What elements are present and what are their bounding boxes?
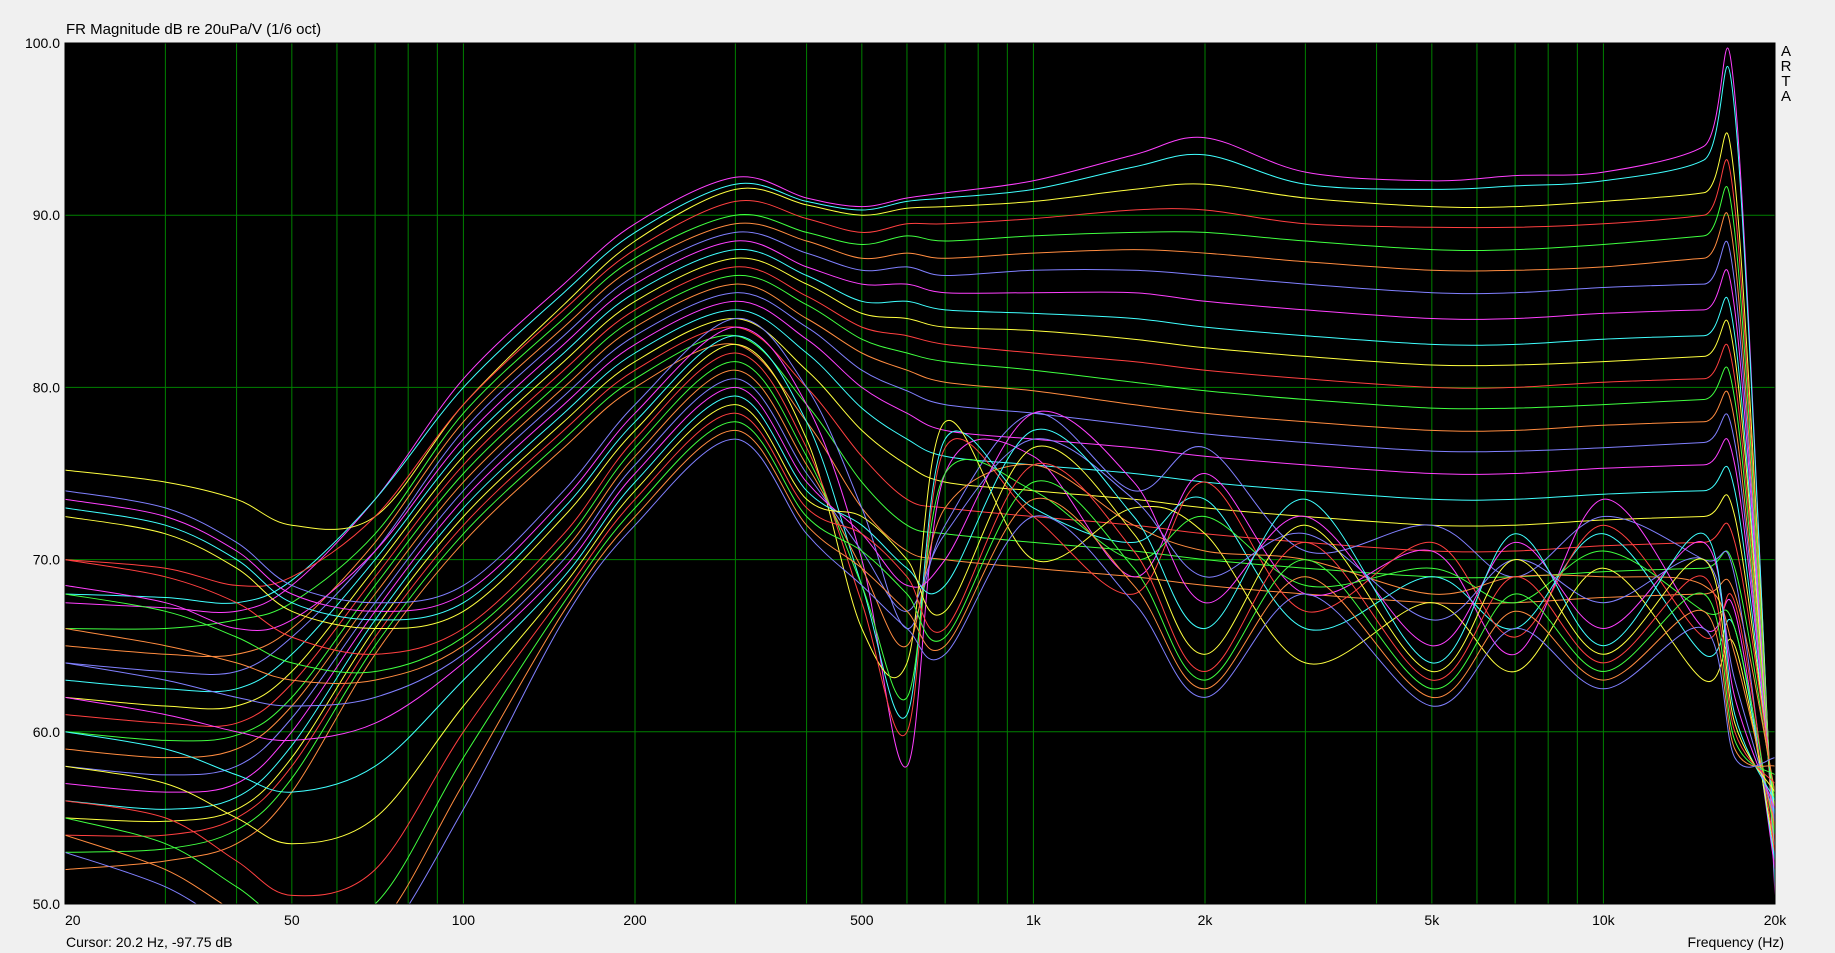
cursor-readout: Cursor: 20.2 Hz, -97.75 dB xyxy=(66,934,233,950)
chart-window: FR Magnitude dB re 20uPa/V (1/6 oct) 50.… xyxy=(0,0,1835,953)
y-tick-label: 50.0 xyxy=(33,896,60,912)
x-tick-label: 1k xyxy=(1026,912,1042,928)
x-axis-label: Frequency (Hz) xyxy=(1687,934,1784,950)
x-tick-label: 50 xyxy=(284,912,300,928)
x-tick-label: 5k xyxy=(1424,912,1440,928)
x-tick-label: 100 xyxy=(452,912,476,928)
y-tick-label: 90.0 xyxy=(33,207,60,223)
x-tick-label: 20 xyxy=(65,912,81,928)
plot-area[interactable]: 50.0 60.0 70.0 80.0 90.0 100.0 20 50 100 200 500 1k… xyxy=(0,0,1835,953)
x-tick-label: 2k xyxy=(1198,912,1214,928)
x-tick-label: 200 xyxy=(623,912,647,928)
x-tick-label: 10k xyxy=(1592,912,1616,928)
watermark-letter: A xyxy=(1780,43,1791,60)
x-tick-label: 500 xyxy=(850,912,874,928)
arta-watermark: A R T A xyxy=(1779,44,1793,104)
y-tick-label: 80.0 xyxy=(33,379,60,395)
x-tick-label: 20k xyxy=(1764,912,1788,928)
watermark-letter: R xyxy=(1780,58,1792,75)
y-tick-label: 60.0 xyxy=(33,724,60,740)
y-tick-label: 70.0 xyxy=(33,552,60,568)
watermark-letter: T xyxy=(1781,73,1791,90)
y-tick-label: 100.0 xyxy=(25,35,60,51)
watermark-letter: A xyxy=(1780,88,1791,105)
